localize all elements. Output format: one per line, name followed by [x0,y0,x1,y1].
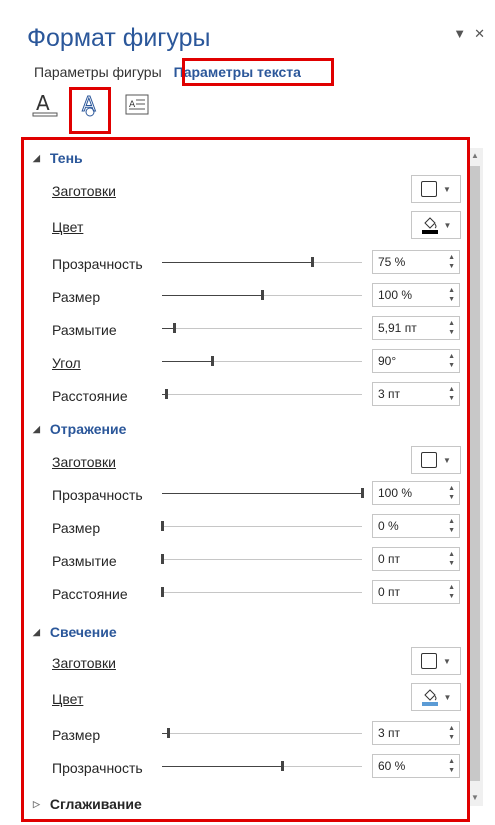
highlight-frame-panel [21,137,470,822]
pane-options-icon[interactable]: ▼ [453,26,466,42]
scrollbar-thumb[interactable] [470,166,480,781]
tab-shape-options[interactable]: Параметры фигуры [34,64,162,80]
highlight-frame-tab [182,58,334,86]
highlight-frame-icon [69,87,111,134]
text-fill-icon[interactable]: A [30,90,60,120]
close-icon[interactable]: ✕ [474,26,485,42]
pane-controls: ▼ ✕ [453,26,485,42]
svg-text:A: A [36,91,50,115]
pane-title: Формат фигуры [27,24,211,52]
textbox-icon[interactable]: A [122,90,152,120]
